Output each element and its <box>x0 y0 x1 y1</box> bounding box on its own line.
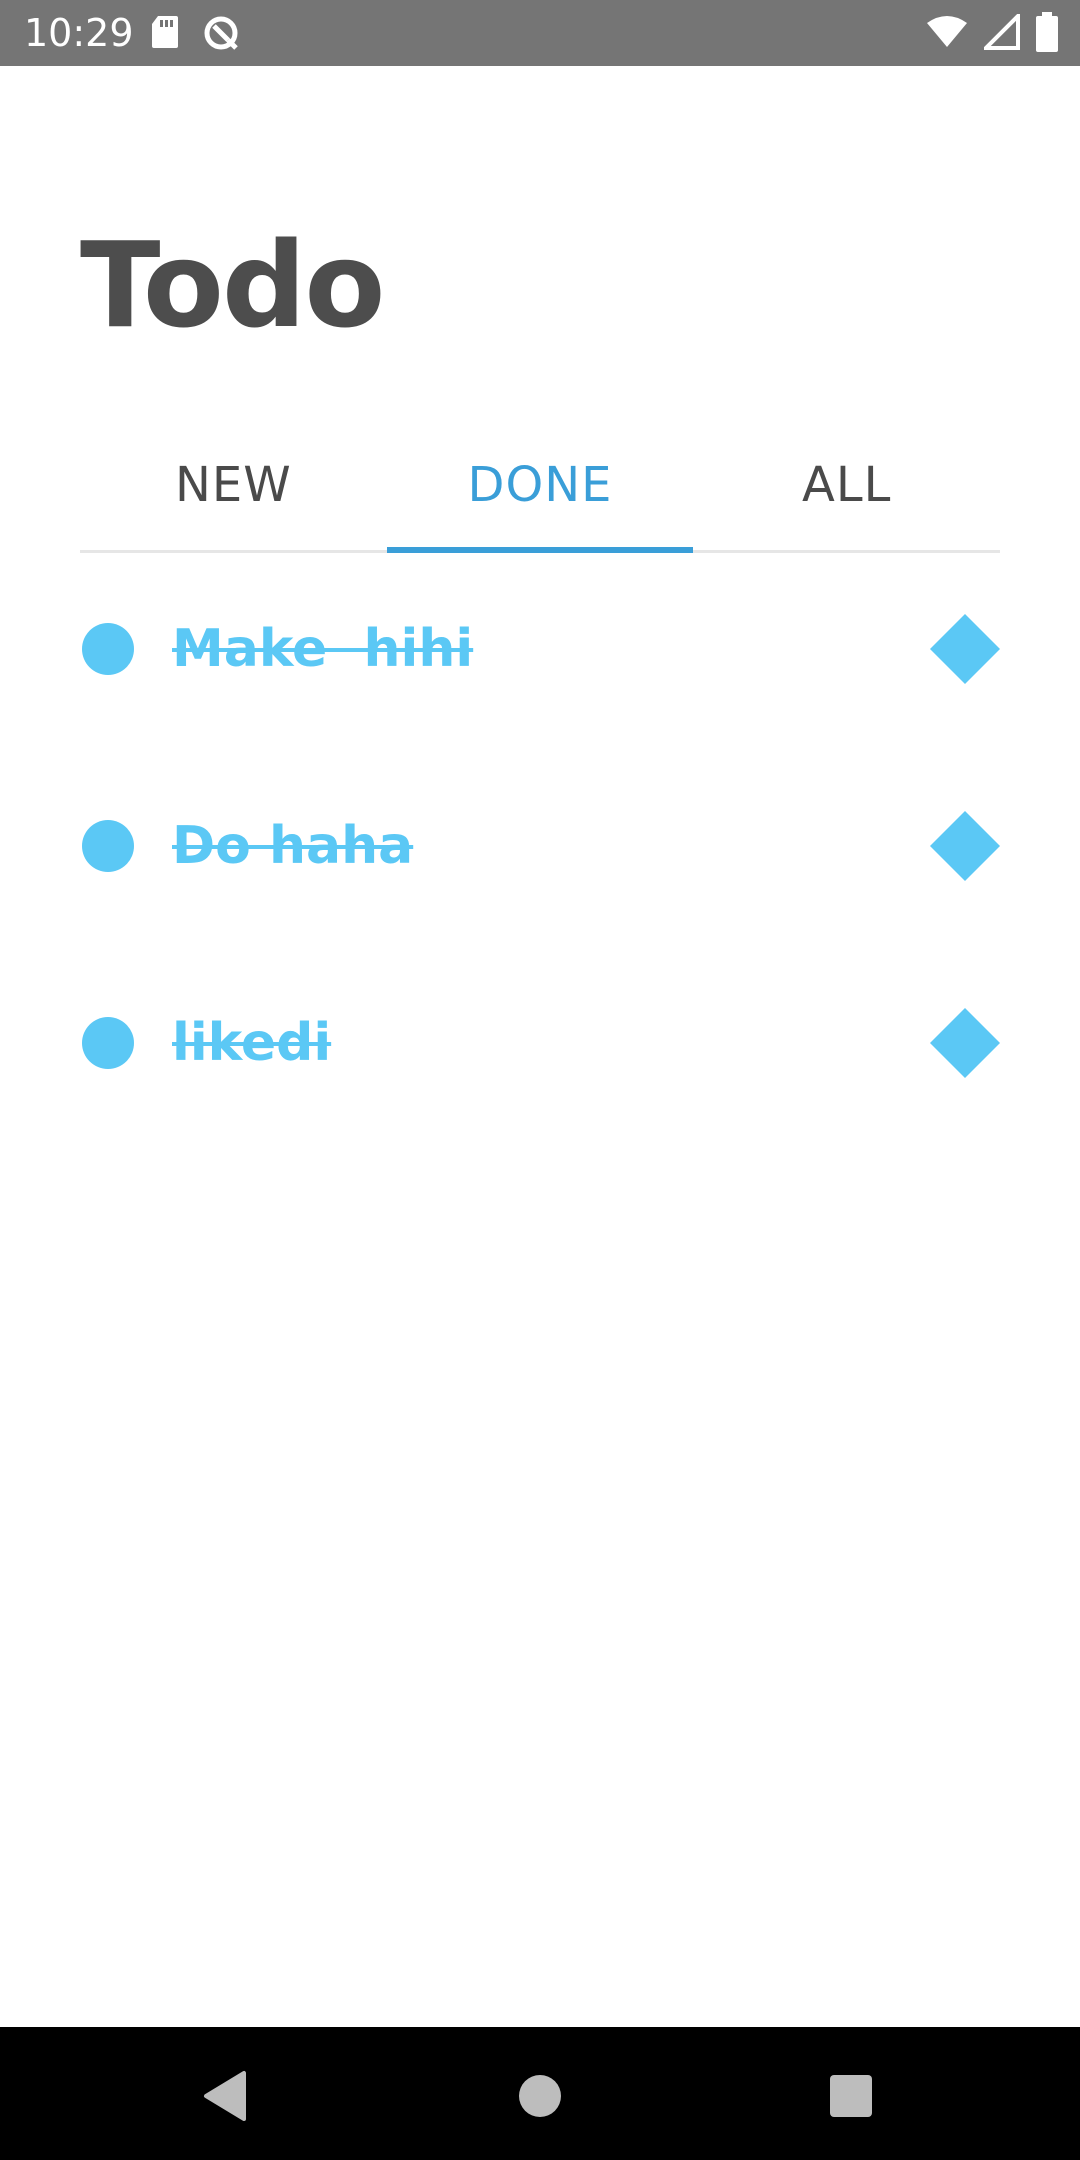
todo-label: Do haha <box>172 816 414 876</box>
todo-list: Make hihi Do haha likedi <box>80 600 1000 1191</box>
tab-bar: NEW DONE ALL <box>80 440 1000 553</box>
diamond-icon[interactable] <box>930 614 1000 684</box>
todo-item[interactable]: Make hihi <box>80 600 1000 797</box>
recents-icon[interactable] <box>816 2061 886 2131</box>
cell-signal-icon <box>984 14 1020 50</box>
tab-new[interactable]: NEW <box>80 440 387 550</box>
todo-status-dot[interactable] <box>82 820 134 872</box>
battery-icon <box>1036 12 1058 52</box>
todo-status-dot[interactable] <box>82 623 134 675</box>
status-time: 10:29 <box>24 11 134 55</box>
status-bar: 10:29 <box>0 0 1080 66</box>
back-icon[interactable] <box>192 2061 262 2131</box>
diamond-icon[interactable] <box>930 1008 1000 1078</box>
data-saver-icon <box>202 14 240 52</box>
navigation-bar <box>0 2027 1080 2160</box>
todo-item[interactable]: likedi <box>80 994 1000 1191</box>
home-icon[interactable] <box>505 2061 575 2131</box>
todo-label: likedi <box>172 1013 332 1073</box>
tab-done[interactable]: DONE <box>386 440 694 553</box>
diamond-icon[interactable] <box>930 811 1000 881</box>
todo-status-dot[interactable] <box>82 1017 134 1069</box>
wifi-icon <box>926 15 968 49</box>
todo-item[interactable]: Do haha <box>80 797 1000 994</box>
tab-all[interactable]: ALL <box>693 440 1000 550</box>
sd-card-icon <box>150 14 180 52</box>
page-title: Todo <box>80 216 385 354</box>
todo-label: Make hihi <box>172 619 474 679</box>
